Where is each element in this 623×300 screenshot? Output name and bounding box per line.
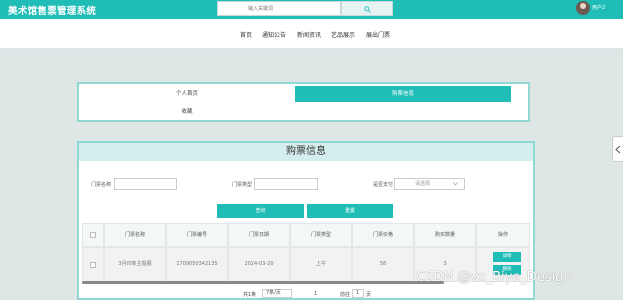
avatar[interactable] (576, 1, 590, 15)
pager-current-page[interactable]: 1 (314, 291, 317, 297)
row-checkbox[interactable] (90, 262, 96, 268)
pay-status-label: 是否支付 (373, 182, 394, 188)
user-name[interactable]: 用户2 (592, 4, 605, 11)
search-input[interactable]: 输入关键词 (217, 1, 341, 16)
pay-status-select[interactable]: 请选择 (394, 178, 465, 190)
search-submit-button[interactable]: 查询 (217, 204, 304, 218)
table-header-type: 门票类型 (290, 223, 352, 247)
nav-item-artworks[interactable]: 艺品展示 (331, 30, 355, 39)
side-panel-toggle[interactable] (612, 136, 623, 162)
profile-tabs: 个人首页 购票信息 收藏 (77, 82, 530, 122)
pager-total: 共1条 (243, 292, 257, 298)
search-placeholder: 输入关键词 (248, 6, 274, 12)
pager-page-unit: 页 (366, 292, 372, 298)
table-header-name: 门票名称 (104, 223, 166, 247)
chevron-down-icon (453, 182, 458, 186)
nav-item-home[interactable]: 首页 (240, 30, 252, 39)
nav-item-notices[interactable]: 通知公告 (262, 30, 286, 39)
page-title: 购票信息 (79, 143, 533, 161)
pager-goto-label: 前往 (340, 292, 351, 298)
table-header-price: 门票价格 (352, 223, 414, 247)
page-size-select[interactable]: 7条/页 (262, 289, 292, 298)
table-scrollbar[interactable] (82, 281, 444, 284)
table-row-name: 3月印象主题展 (104, 247, 166, 282)
table-header-number: 门票编号 (166, 223, 228, 247)
chevron-left-icon (615, 145, 621, 154)
select-all-checkbox[interactable] (90, 232, 96, 238)
table-header-date: 门票日期 (228, 223, 290, 247)
table-row-type: 上午 (290, 247, 352, 282)
pay-status-placeholder: 请选择 (415, 181, 431, 187)
main-nav: 首页 通知公告 新闻资讯 艺品展示 展出门票 (0, 19, 623, 49)
table-row-select (82, 247, 104, 282)
ticket-type-label: 门票类型 (232, 182, 253, 188)
detail-button[interactable]: 详情 (493, 252, 521, 262)
table-row-date: 2024-03-20 (228, 247, 290, 282)
ticket-type-input[interactable] (254, 178, 318, 190)
table-header-quantity: 购买数量 (414, 223, 476, 247)
reset-button[interactable]: 重置 (307, 204, 393, 218)
ticket-name-input[interactable] (114, 178, 177, 190)
table-row-price: 58 (352, 247, 414, 282)
tab-favorites[interactable]: 收藏 (79, 104, 295, 120)
search-icon (364, 6, 371, 13)
nav-item-news[interactable]: 新闻资讯 (297, 30, 321, 39)
top-bar: 美术馆售票管理系统 输入关键词 用户2 (0, 0, 623, 19)
ticket-name-label: 门票名称 (91, 182, 112, 188)
search-button[interactable] (341, 1, 393, 16)
table-header-select (82, 223, 104, 247)
app-title: 美术馆售票管理系统 (8, 6, 97, 17)
table-row-number: 1709050342135 (166, 247, 228, 282)
tab-ticket-info[interactable]: 购票信息 (295, 86, 511, 102)
nav-item-tickets[interactable]: 展出门票 (366, 30, 390, 39)
watermark: CSDN @vx_Biye_Design (416, 270, 572, 285)
pager-goto-input[interactable]: 1 (352, 289, 364, 298)
table-header-actions: 操作 (476, 223, 530, 247)
tab-personal-home[interactable]: 个人首页 (79, 86, 295, 102)
